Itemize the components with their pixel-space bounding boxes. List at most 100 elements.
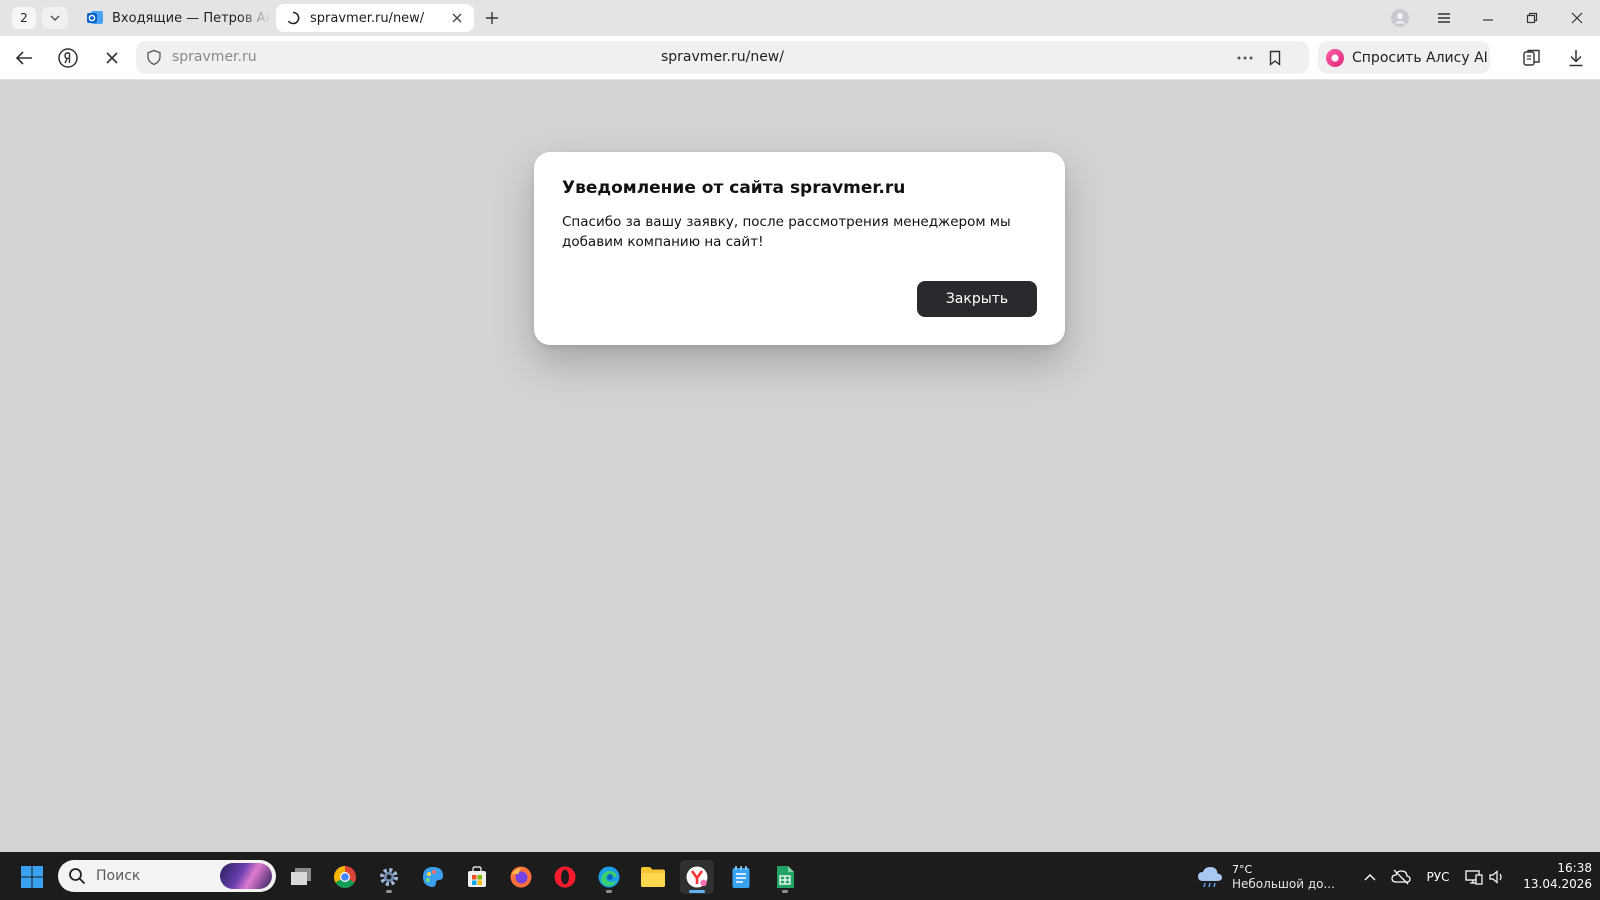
close-icon (452, 13, 462, 23)
weather-widget[interactable]: 7°C Небольшой до... (1196, 860, 1335, 894)
alice-icon (1326, 48, 1344, 67)
tab-inbox[interactable]: Входящие — Петров Антон (78, 4, 270, 32)
taskbar-app-paint[interactable] (416, 860, 450, 894)
running-indicator (782, 890, 788, 893)
clock-date: 13.04.2026 (1523, 877, 1592, 891)
restore-button[interactable] (1517, 4, 1547, 32)
restore-icon (1526, 12, 1538, 24)
tab-title: Входящие — Петров Антон (112, 10, 270, 26)
address-domain: spravmer.ru (172, 49, 257, 65)
show-hidden-icons-button[interactable] (1360, 866, 1380, 888)
paint-icon (423, 867, 443, 887)
chevron-down-icon (50, 15, 60, 22)
tab-spravmer[interactable]: spravmer.ru/new/ (276, 4, 474, 32)
minimize-icon (1483, 19, 1493, 21)
arrow-left-icon (15, 51, 32, 65)
taskbar-app-edge[interactable] (592, 860, 626, 894)
minimize-button[interactable] (1473, 4, 1503, 32)
loading-spinner-icon (284, 9, 302, 27)
profile-icon (1391, 9, 1409, 27)
collections-icon (1523, 49, 1540, 66)
chevron-up-icon (1364, 874, 1376, 881)
taskbar-search[interactable]: Поиск (58, 860, 276, 892)
yandex-browser-icon (686, 866, 708, 888)
tray-network[interactable] (1463, 866, 1485, 888)
address-bar[interactable]: spravmer.ru spravmer.ru/new/ (136, 41, 1309, 74)
close-icon (1571, 12, 1583, 24)
edge-icon (598, 866, 620, 888)
running-indicator (606, 890, 612, 893)
taskbar-app-store[interactable] (460, 860, 494, 894)
network-icon (1465, 870, 1483, 885)
tab-close-button[interactable] (446, 7, 468, 29)
volume-icon (1489, 870, 1502, 884)
tab-title: spravmer.ru/new/ (310, 10, 425, 26)
windows-logo-icon (21, 866, 43, 888)
input-language-indicator[interactable]: РУС (1422, 866, 1454, 888)
taskbar-app-task-view[interactable] (284, 860, 318, 894)
ask-alice-button[interactable]: Спросить Алису AI (1318, 41, 1490, 74)
close-icon (106, 52, 118, 64)
tab-list-dropdown[interactable] (42, 7, 68, 29)
address-url: spravmer.ru/new/ (661, 49, 784, 65)
notepad-icon (732, 866, 750, 888)
plus-icon (486, 12, 498, 24)
more-horizontal-icon (1237, 56, 1253, 60)
taskbar-app-opera[interactable] (548, 860, 582, 894)
running-indicator (689, 890, 705, 893)
chrome-icon (334, 866, 356, 888)
tab-strip: 2 Входящие — Петров Антон spravmer.ru/ne… (0, 0, 1600, 36)
page-content: Уведомление от сайта spravmer.ru Спасибо… (0, 80, 1600, 852)
page-actions-button[interactable] (1233, 46, 1257, 70)
back-button[interactable] (9, 44, 39, 72)
task-view-icon (291, 868, 311, 885)
taskbar-app-chrome[interactable] (328, 860, 362, 894)
browser-toolbar: spravmer.ru spravmer.ru/new/ Спросить Ал… (0, 36, 1600, 80)
taskbar-app-sheets[interactable] (768, 860, 802, 894)
ask-alice-label: Спросить Алису AI (1352, 49, 1488, 66)
new-tab-button[interactable] (480, 6, 504, 30)
stop-loading-button[interactable] (97, 44, 127, 72)
folder-icon (641, 867, 665, 887)
taskbar-app-notepad[interactable] (724, 860, 758, 894)
profile-button[interactable] (1385, 4, 1415, 32)
close-dialog-button[interactable]: Закрыть (917, 281, 1037, 317)
collections-button[interactable] (1517, 44, 1547, 72)
spreadsheet-icon (777, 866, 794, 888)
yandex-logo-icon (58, 48, 78, 68)
browser-menu-button[interactable] (1429, 4, 1459, 32)
dialog-title: Уведомление от сайта spravmer.ru (562, 178, 906, 198)
search-highlight-image[interactable] (220, 863, 272, 889)
shield-icon[interactable] (146, 49, 162, 70)
yandex-home-button[interactable] (53, 44, 83, 72)
dialog-message: Спасибо за вашу заявку, после рассмотрен… (562, 214, 1011, 250)
clock-time: 16:38 (1557, 861, 1592, 875)
search-icon (69, 868, 86, 885)
outlook-icon (86, 9, 104, 27)
running-indicator (386, 890, 392, 893)
taskbar-app-firefox[interactable] (504, 860, 538, 894)
taskbar: Поиск 7°C Небольшой до... РУС 16:38 13.0… (0, 852, 1600, 900)
taskbar-clock[interactable]: 16:38 13.04.2026 (1516, 860, 1592, 892)
taskbar-app-yandex-browser[interactable] (680, 860, 714, 894)
start-button[interactable] (15, 860, 49, 894)
taskbar-app-file-explorer[interactable] (636, 860, 670, 894)
tab-count-badge[interactable]: 2 (12, 7, 36, 29)
window-close-button[interactable] (1562, 4, 1592, 32)
cloud-off-icon (1391, 869, 1411, 885)
tray-volume[interactable] (1487, 866, 1509, 888)
gear-icon (380, 868, 398, 886)
cloud-rain-icon (1198, 867, 1222, 888)
weather-temperature: 7°C (1232, 863, 1253, 876)
downloads-button[interactable] (1561, 44, 1591, 72)
menu-icon (1438, 13, 1450, 23)
site-notification-dialog: Уведомление от сайта spravmer.ru Спасибо… (534, 152, 1065, 345)
download-icon (1569, 50, 1583, 67)
store-icon (468, 866, 486, 887)
weather-description: Небольшой до... (1232, 877, 1335, 891)
tray-onedrive[interactable] (1389, 866, 1413, 888)
bookmark-button[interactable] (1263, 46, 1287, 70)
search-placeholder: Поиск (96, 868, 141, 884)
opera-icon (554, 866, 576, 888)
taskbar-app-settings[interactable] (372, 860, 406, 894)
